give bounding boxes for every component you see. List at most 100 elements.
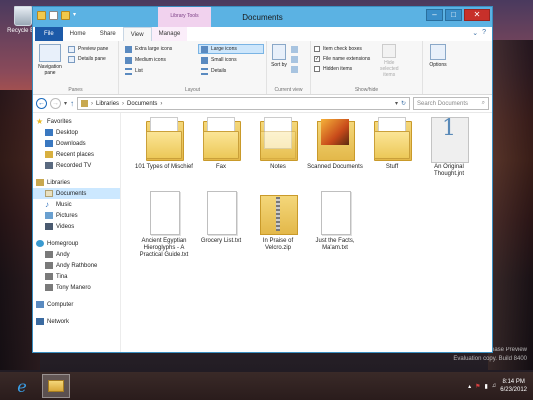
nav-item-music[interactable]: ♪ Music xyxy=(33,199,120,210)
nav-label: Tony Manero xyxy=(56,284,91,291)
layout-small-icons[interactable]: Small icons xyxy=(198,55,264,65)
nav-libraries[interactable]: Libraries xyxy=(33,177,120,188)
star-icon: ★ xyxy=(36,117,44,126)
chevron-down-icon[interactable]: ▾ xyxy=(64,100,67,107)
item-check-boxes-toggle[interactable]: Item check boxes xyxy=(314,44,370,54)
clock-time: 8:14 PM xyxy=(502,379,525,385)
hide-selected-items-button[interactable]: Hide selected items xyxy=(374,44,404,78)
nav-label: Desktop xyxy=(56,129,79,136)
chevron-down-icon[interactable]: ▾ xyxy=(395,100,398,107)
nav-item-andy[interactable]: Andy xyxy=(33,249,120,260)
nav-item-andy-rathbone[interactable]: Andy Rathbone xyxy=(33,260,120,271)
layout-details[interactable]: Details xyxy=(198,66,264,76)
action-center-icon[interactable]: ⚑ xyxy=(475,383,480,390)
address-bar[interactable]: › Libraries › Documents › ▾ ↻ xyxy=(77,97,410,110)
search-input[interactable]: Search Documents ⌕ xyxy=(413,97,489,110)
breadcrumb-libraries[interactable]: Libraries xyxy=(96,101,119,107)
preview-pane-button[interactable]: Preview pane xyxy=(68,44,108,54)
nav-item-pictures[interactable]: Pictures xyxy=(33,210,120,221)
nav-homegroup[interactable]: Homegroup xyxy=(33,238,120,249)
user-icon xyxy=(45,251,53,258)
file-item[interactable]: Fax xyxy=(192,117,250,171)
help-icon[interactable]: ? xyxy=(482,29,486,37)
file-item[interactable]: Just the Facts, Ma'am.txt xyxy=(306,191,364,252)
forward-button[interactable]: → xyxy=(50,98,61,109)
nav-item-recent-places[interactable]: Recent places xyxy=(33,149,120,160)
file-item[interactable]: Ancient Egyptian Hieroglyphs - A Practic… xyxy=(135,191,193,259)
checkbox-icon xyxy=(314,66,320,72)
navigation-pane-button[interactable]: Navigation pane xyxy=(36,44,64,76)
tab-view[interactable]: View xyxy=(122,27,152,41)
layout-extra-large-icons[interactable]: Extra large icons xyxy=(122,44,196,54)
sort-by-button[interactable]: Sort by xyxy=(270,44,288,74)
explorer-window: ▾ Library Tools Documents – □ ✕ File Hom… xyxy=(32,6,493,353)
layout-option-label: Extra large icons xyxy=(135,46,173,52)
file-item[interactable]: In Praise of Velcro.zip xyxy=(249,191,307,252)
network-icon[interactable]: ▮ xyxy=(484,383,487,390)
list-icon xyxy=(125,67,132,75)
file-item[interactable]: Stuff xyxy=(363,117,421,171)
nav-item-downloads[interactable]: Downloads xyxy=(33,138,120,149)
close-button[interactable]: ✕ xyxy=(464,9,490,21)
layout-large-icons[interactable]: Large icons xyxy=(198,44,264,54)
nav-label: Pictures xyxy=(56,212,78,219)
maximize-button[interactable]: □ xyxy=(445,9,462,21)
nav-computer[interactable]: Computer xyxy=(33,299,120,310)
nav-item-recorded-tv[interactable]: Recorded TV xyxy=(33,160,120,171)
nav-label: Videos xyxy=(56,223,75,230)
tab-file[interactable]: File xyxy=(35,27,63,41)
hidden-items-toggle[interactable]: Hidden items xyxy=(314,64,370,74)
file-item[interactable]: Grocery List.txt xyxy=(192,191,250,245)
options-button[interactable]: Options xyxy=(426,44,450,68)
layout-option-label: Details xyxy=(211,68,227,74)
nav-favorites[interactable]: ★ Favorites xyxy=(33,116,120,127)
back-button[interactable]: ← xyxy=(36,98,47,109)
nav-label: Music xyxy=(56,201,72,208)
details-pane-button[interactable]: Details pane xyxy=(68,54,108,64)
chevron-right-icon: › xyxy=(160,100,163,107)
nav-item-documents[interactable]: Documents xyxy=(33,188,120,199)
file-explorer-taskbar-button[interactable] xyxy=(42,374,70,398)
options-icon xyxy=(430,44,446,60)
tab-home[interactable]: Home xyxy=(63,27,93,41)
title-bar[interactable]: ▾ Library Tools Documents – □ ✕ xyxy=(33,7,492,27)
internet-explorer-icon[interactable]: e xyxy=(8,374,36,398)
current-view-group: Sort by Current view xyxy=(267,41,311,94)
clock[interactable]: 8:14 PM 6/23/2012 xyxy=(500,378,527,394)
file-name-extensions-toggle[interactable]: ✓ File name extensions xyxy=(314,54,370,64)
layout-medium-icons[interactable]: Medium icons xyxy=(122,55,196,65)
nav-item-videos[interactable]: Videos xyxy=(33,221,120,232)
layout-list[interactable]: List xyxy=(122,66,196,76)
add-columns-icon[interactable] xyxy=(291,55,298,63)
file-item[interactable]: Notes xyxy=(249,117,307,171)
file-item[interactable]: 1 An Original Thought.jnt xyxy=(420,117,478,178)
chevron-down-icon[interactable]: ⌄ xyxy=(472,29,478,37)
chevron-up-icon[interactable]: ▴ xyxy=(468,383,471,390)
item-check-boxes-label: Item check boxes xyxy=(323,46,362,52)
minimize-button[interactable]: – xyxy=(426,9,443,21)
search-placeholder: Search Documents xyxy=(417,100,469,107)
refresh-icon[interactable]: ↻ xyxy=(401,100,406,107)
details-pane-label: Details pane xyxy=(78,56,106,62)
folder-icon xyxy=(144,117,184,161)
show-hide-group-label: Show/hide xyxy=(354,87,379,93)
large-icons-icon xyxy=(201,45,208,53)
nav-item-tony-manero[interactable]: Tony Manero xyxy=(33,282,120,293)
libraries-icon xyxy=(36,179,44,186)
nav-item-desktop[interactable]: Desktop xyxy=(33,127,120,138)
volume-icon[interactable]: ♫ xyxy=(492,383,497,389)
tab-manage[interactable]: Manage xyxy=(151,27,188,41)
size-columns-icon[interactable] xyxy=(291,65,298,73)
file-item[interactable]: Scanned Documents xyxy=(306,117,364,171)
layout-option-label: Medium icons xyxy=(135,57,166,63)
small-icons-icon xyxy=(201,56,208,64)
breadcrumb-documents[interactable]: Documents xyxy=(127,101,157,107)
file-item[interactable]: 101 Types of Mischief xyxy=(135,117,193,171)
navigation-pane-label: Navigation pane xyxy=(38,64,62,76)
downloads-icon xyxy=(45,140,53,147)
up-arrow-icon[interactable]: ↑ xyxy=(70,99,74,108)
group-by-icon[interactable] xyxy=(291,45,298,53)
nav-network[interactable]: Network xyxy=(33,316,120,327)
tab-share[interactable]: Share xyxy=(93,27,123,41)
nav-item-tina[interactable]: Tina xyxy=(33,271,120,282)
